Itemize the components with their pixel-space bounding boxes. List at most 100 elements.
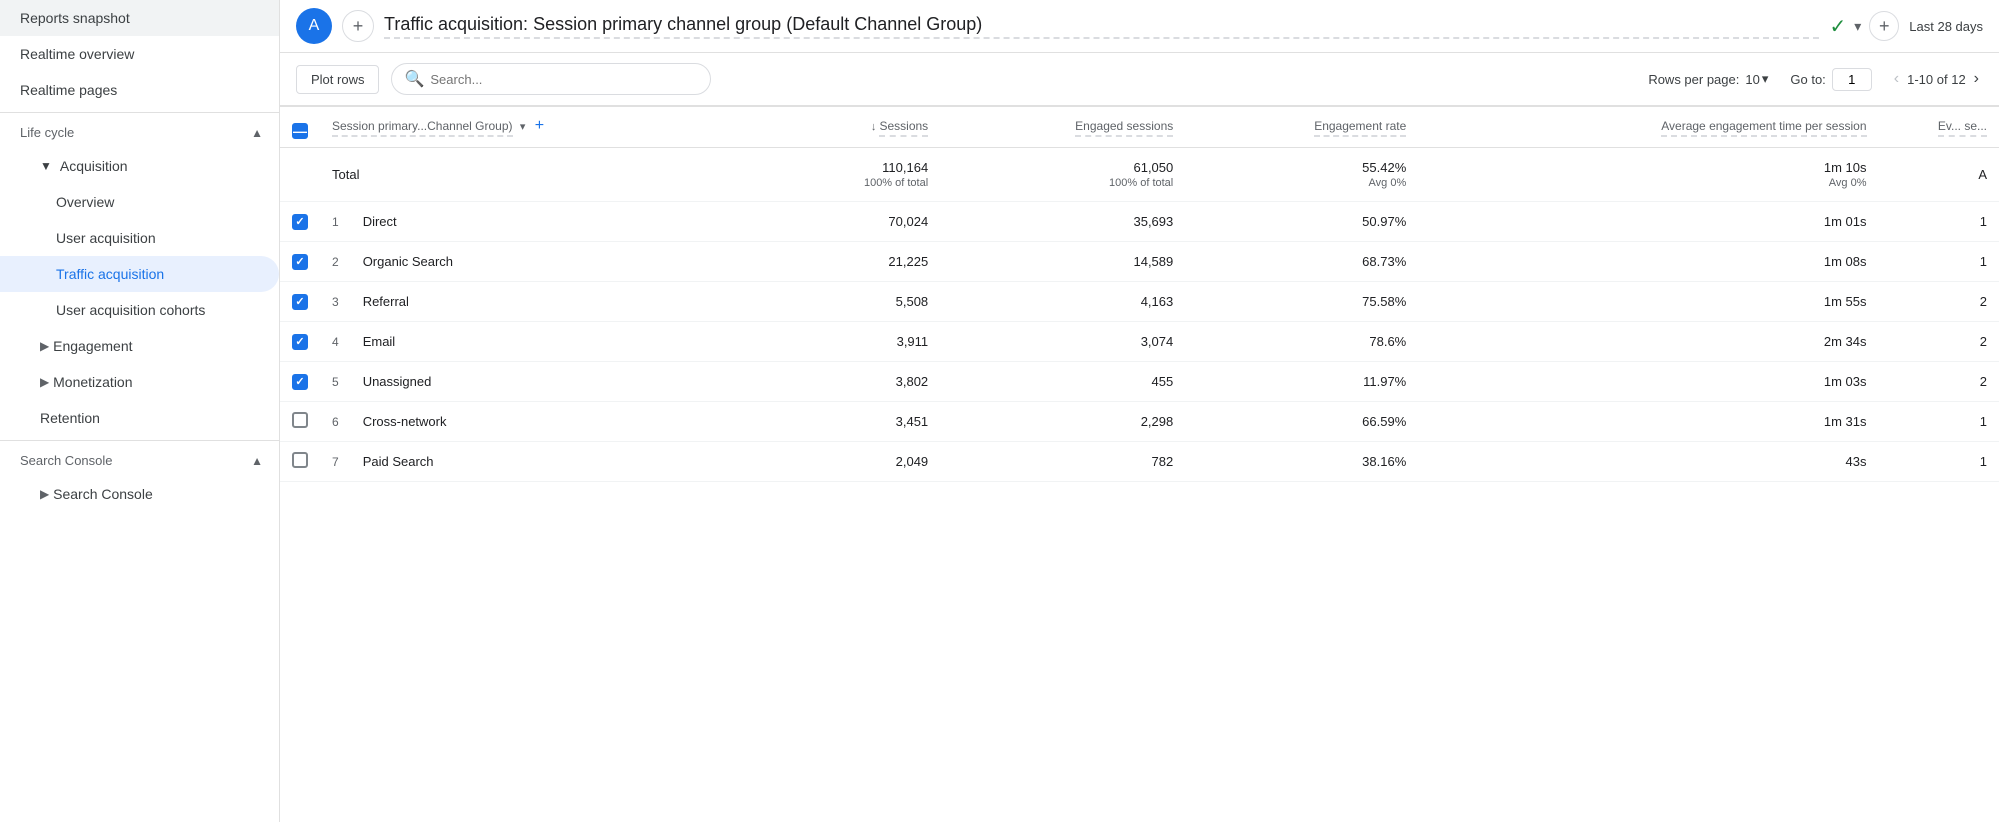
sidebar-item-retention[interactable]: Retention [0, 400, 279, 436]
channel-name-cell[interactable]: Unassigned [351, 362, 763, 402]
checkbox-cell[interactable] [280, 442, 320, 482]
chevron-down-icon[interactable]: ▾ [1854, 18, 1861, 35]
add-dimension-button[interactable]: + [535, 117, 544, 134]
total-avg-engagement-time: 1m 10s Avg 0% [1418, 148, 1878, 202]
row-checkbox[interactable]: ✓ [292, 294, 308, 310]
sort-down-icon: ↓ [871, 121, 880, 133]
avg-engagement-time-col-header: Average engagement time per session [1418, 107, 1878, 148]
row-number: 5 [320, 362, 351, 402]
checkbox-cell[interactable] [280, 402, 320, 442]
channel-name-cell[interactable]: Direct [351, 202, 763, 242]
row-checkbox[interactable]: ✓ [292, 374, 308, 390]
row-checkbox[interactable]: ✓ [292, 254, 308, 270]
sidebar-item-label: Monetization [53, 374, 132, 390]
row-checkbox[interactable] [292, 412, 308, 428]
events-per-session-cell: 2 [1879, 322, 1999, 362]
total-label-cell: Total [320, 148, 763, 202]
table-row: ✓ 5 Unassigned 3,802 455 11.97% 1m 03s 2 [280, 362, 1999, 402]
search-console-section-header[interactable]: Search Console ▲ [0, 440, 279, 476]
total-sessions: 110,164 100% of total [763, 148, 940, 202]
avatar[interactable]: A [296, 8, 332, 44]
row-checkbox[interactable]: ✓ [292, 214, 308, 230]
plot-rows-button[interactable]: Plot rows [296, 65, 379, 94]
avg-engagement-time-cell: 1m 31s [1418, 402, 1878, 442]
checkbox-cell[interactable]: ✓ [280, 322, 320, 362]
sidebar-item-user-acquisition[interactable]: User acquisition [0, 220, 279, 256]
channel-name: Email [363, 334, 396, 349]
sidebar-item-label: Traffic acquisition [56, 266, 164, 282]
search-input[interactable] [430, 72, 698, 87]
channel-name-cell[interactable]: Organic Search [351, 242, 763, 282]
channel-name: Referral [363, 294, 409, 309]
avg-engagement-time-cell: 1m 55s [1418, 282, 1878, 322]
sidebar-item-realtime-overview[interactable]: Realtime overview [0, 36, 279, 72]
sidebar-item-search-console[interactable]: ▶ Search Console [0, 476, 279, 512]
events-per-session-cell: 2 [1879, 362, 1999, 402]
table-toolbar: Plot rows 🔍 Rows per page: 10 ▾ Go to: ‹… [280, 53, 1999, 106]
next-page-button[interactable]: › [1970, 68, 1983, 90]
table-row: 7 Paid Search 2,049 782 38.16% 43s 1 [280, 442, 1999, 482]
row-checkbox[interactable]: ✓ [292, 334, 308, 350]
row-number: 7 [320, 442, 351, 482]
channel-name-cell[interactable]: Cross-network [351, 402, 763, 442]
sidebar-item-label: Search Console [53, 486, 153, 502]
channel-name-cell[interactable]: Referral [351, 282, 763, 322]
sidebar-item-overview[interactable]: Overview [0, 184, 279, 220]
chevron-up-icon: ▲ [251, 126, 263, 140]
rows-per-page-select[interactable]: 10 ▾ [1745, 71, 1768, 87]
sidebar-item-engagement[interactable]: ▶ Engagement [0, 328, 279, 364]
goto-input[interactable] [1832, 68, 1872, 91]
row-checkbox[interactable] [292, 452, 308, 468]
events-per-session-cell: 2 [1879, 282, 1999, 322]
engagement-rate-col-header: Engagement rate [1185, 107, 1418, 148]
sidebar-item-traffic-acquisition[interactable]: Traffic acquisition [0, 256, 279, 292]
add-comparison-button[interactable]: + [1869, 11, 1899, 41]
sidebar-item-label: Realtime overview [20, 46, 134, 62]
sidebar-item-monetization[interactable]: ▶ Monetization [0, 364, 279, 400]
sidebar-item-label: User acquisition cohorts [56, 302, 205, 318]
data-table: — Session primary...Channel Group) ▾ + ↓… [280, 106, 1999, 482]
sidebar-item-label: Overview [56, 194, 114, 210]
engaged-sessions-cell: 455 [940, 362, 1185, 402]
dimension-col-label: Session primary...Channel Group) [332, 119, 513, 137]
sidebar-item-label: User acquisition [56, 230, 156, 246]
channel-name-cell[interactable]: Email [351, 322, 763, 362]
sessions-cell: 3,802 [763, 362, 940, 402]
sidebar-item-label: Realtime pages [20, 82, 117, 98]
engaged-sessions-cell: 35,693 [940, 202, 1185, 242]
sidebar-item-acquisition[interactable]: ▼ Acquisition [0, 148, 279, 184]
sessions-cell: 2,049 [763, 442, 940, 482]
chevron-right-icon: ▶ [40, 375, 49, 389]
channel-name: Organic Search [363, 254, 453, 269]
total-engaged-sessions: 61,050 100% of total [940, 148, 1185, 202]
sidebar-item-label: Engagement [53, 338, 132, 354]
checkmark-icon: ✓ [1829, 14, 1846, 39]
events-per-session-cell: 1 [1879, 442, 1999, 482]
prev-page-button[interactable]: ‹ [1890, 68, 1903, 90]
row-number: 2 [320, 242, 351, 282]
engagement-rate-cell: 78.6% [1185, 322, 1418, 362]
avg-engagement-time-cell: 1m 03s [1418, 362, 1878, 402]
checkbox-cell[interactable]: ✓ [280, 202, 320, 242]
sidebar-item-user-acquisition-cohorts[interactable]: User acquisition cohorts [0, 292, 279, 328]
sessions-col-header: ↓ Sessions [763, 107, 940, 148]
engagement-rate-cell: 66.59% [1185, 402, 1418, 442]
title-icons: ✓ ▾ + [1829, 11, 1899, 41]
checkbox-cell[interactable]: ✓ [280, 362, 320, 402]
select-all-checkbox[interactable]: — [292, 123, 308, 139]
checkbox-cell[interactable]: ✓ [280, 242, 320, 282]
channel-name-cell[interactable]: Paid Search [351, 442, 763, 482]
dimension-dropdown-icon[interactable]: ▾ [520, 121, 526, 133]
select-all-header[interactable]: — [280, 107, 320, 148]
sidebar-item-realtime-pages[interactable]: Realtime pages [0, 72, 279, 108]
avg-engagement-time-cell: 1m 01s [1418, 202, 1878, 242]
date-range-label[interactable]: Last 28 days [1909, 19, 1983, 34]
page-title: Traffic acquisition: Session primary cha… [384, 14, 1819, 39]
dropdown-arrow-icon: ▾ [1762, 71, 1769, 87]
sessions-cell: 3,451 [763, 402, 940, 442]
engagement-rate-cell: 38.16% [1185, 442, 1418, 482]
lifecycle-section-header[interactable]: Life cycle ▲ [0, 112, 279, 148]
checkbox-cell[interactable]: ✓ [280, 282, 320, 322]
sidebar-item-reports-snapshot[interactable]: Reports snapshot [0, 0, 279, 36]
add-tab-button[interactable]: + [342, 10, 374, 42]
